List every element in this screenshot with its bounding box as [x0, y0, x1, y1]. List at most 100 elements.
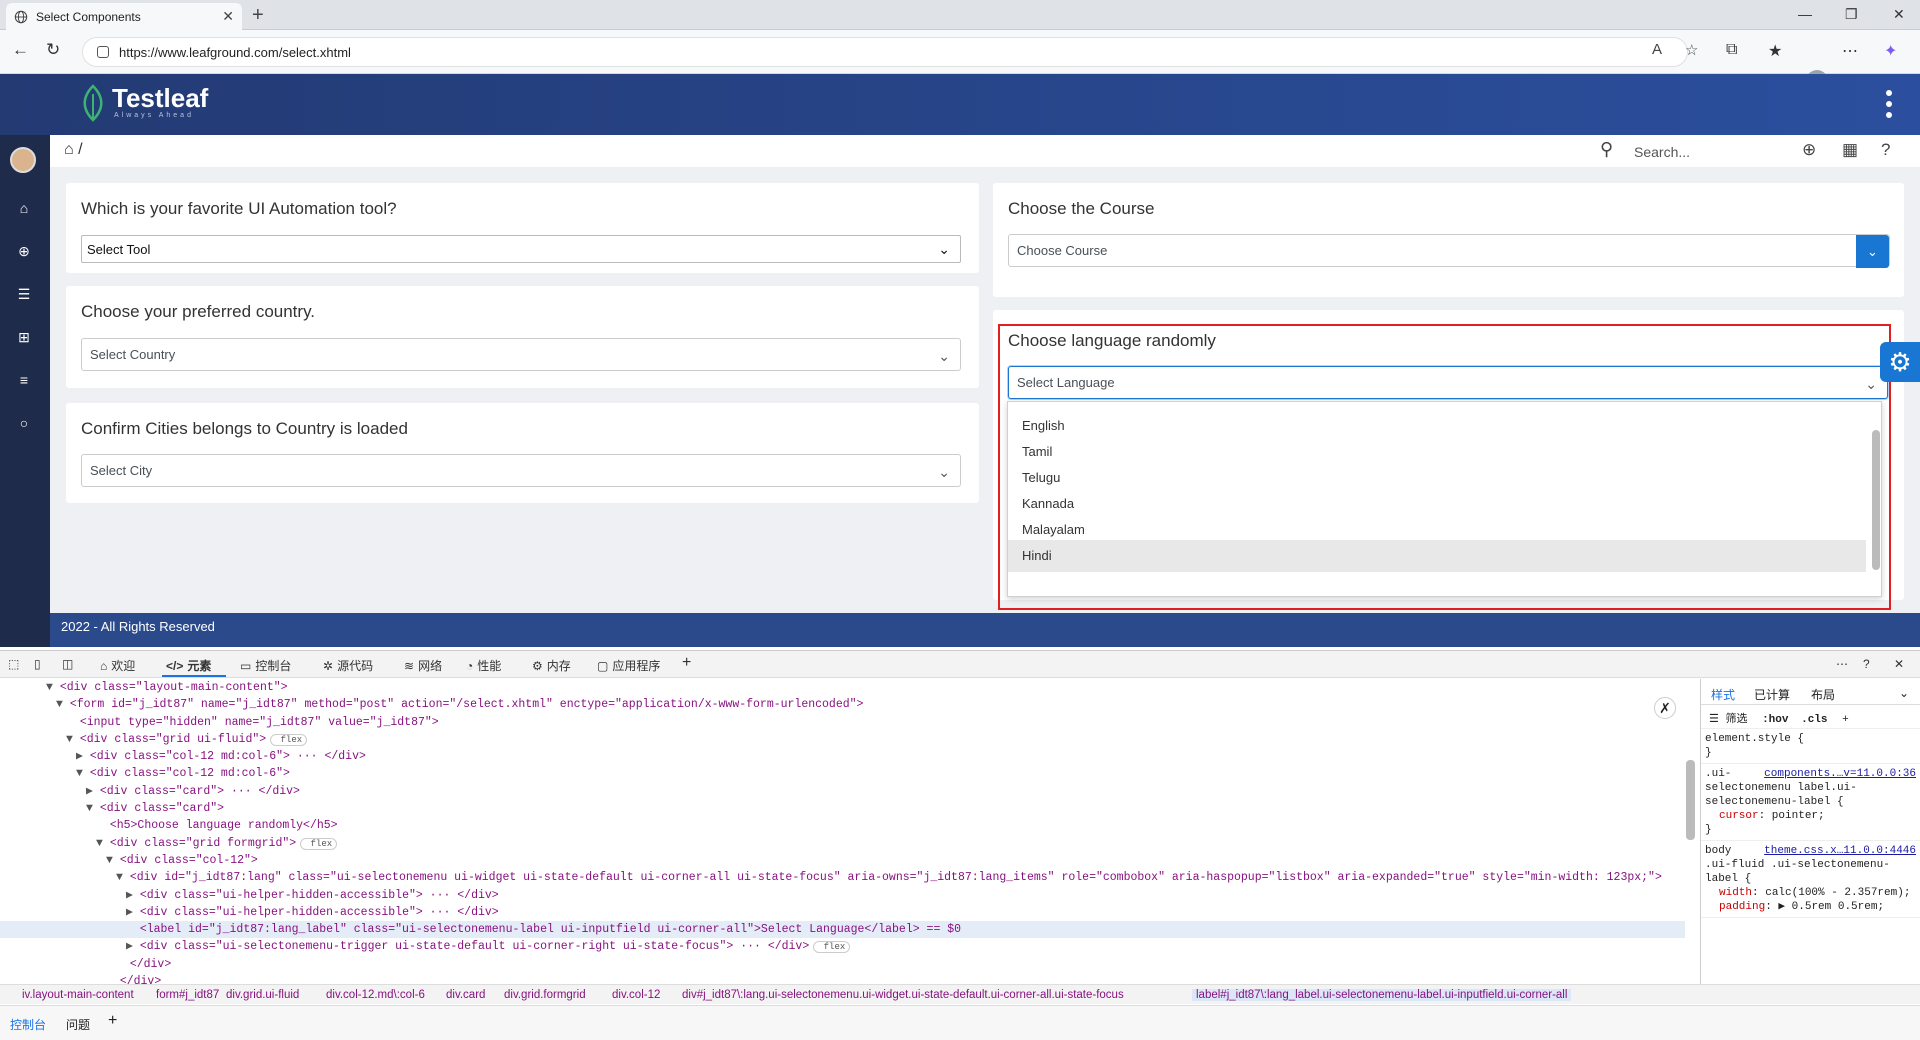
breadcrumb-item[interactable]: label#j_idt87\:lang_label.ui-selectoneme… — [1192, 989, 1572, 1001]
favorites-icon[interactable]: ★ — [1768, 41, 1782, 61]
course-dropdown-button[interactable]: ⌄ — [1856, 235, 1889, 268]
list-icon[interactable]: ☰ — [15, 285, 33, 303]
dom-node-line[interactable]: ▼ <div class="grid ui-fluid"> flex — [0, 731, 1685, 748]
tab-layout[interactable]: 布局 — [1811, 686, 1835, 703]
course-autocomplete[interactable]: Choose Course ⌄ — [1008, 234, 1890, 268]
extensions-icon[interactable]: ⧉ — [1726, 41, 1737, 59]
filter-input[interactable]: 筛选 — [1725, 714, 1747, 726]
tab-network[interactable]: ≋ 网络 — [404, 657, 442, 674]
new-rule-icon[interactable]: + — [1842, 714, 1849, 726]
rule-property[interactable]: width: calc(100% - 2.357rem); — [1705, 886, 1916, 900]
tab-sources[interactable]: ✲ 源代码 — [323, 657, 373, 674]
dom-node-line[interactable]: <input type="hidden" name="j_idt87" valu… — [0, 714, 1685, 731]
expand-arrow-icon[interactable]: ▼ — [46, 681, 60, 694]
dom-node-line[interactable]: ▶ <div class="ui-selectonemenu-trigger u… — [0, 938, 1685, 955]
expand-arrow-icon[interactable]: ▼ — [56, 698, 70, 711]
settings-gear-icon[interactable]: ⚙ — [1880, 342, 1920, 382]
drawer-tab-issues[interactable]: 问题 — [66, 1016, 90, 1033]
expand-arrow-icon[interactable]: ▶ — [126, 940, 140, 953]
dropdown-scrollbar[interactable] — [1872, 430, 1880, 570]
cls-toggle[interactable]: .cls — [1801, 714, 1827, 726]
browser-tab[interactable]: Select Components ✕ — [6, 3, 242, 30]
expand-arrow-icon[interactable]: ▼ — [106, 854, 120, 867]
dom-node-line[interactable]: ▶ <div class="card"> ··· </div> — [0, 783, 1685, 800]
breadcrumb-item[interactable]: form#j_idt87 — [156, 989, 219, 1001]
dom-node-line[interactable]: ▶ <div class="col-12 md:col-6"> ··· </di… — [0, 748, 1685, 765]
dom-node-line[interactable]: ▼ <div class="card"> — [0, 800, 1685, 817]
dom-node-line[interactable]: ▶ <div class="ui-helper-hidden-accessibl… — [0, 887, 1685, 904]
search-input[interactable]: Search... — [1634, 144, 1690, 160]
close-devtools-icon[interactable]: ✕ — [1894, 657, 1904, 671]
flex-badge[interactable]: flex — [813, 941, 851, 954]
expand-arrow-icon[interactable]: ▼ — [116, 871, 130, 884]
new-tab-icon[interactable]: + — [252, 4, 264, 27]
minimize-icon[interactable]: — — [1798, 6, 1812, 22]
chevron-down-icon[interactable]: ⌄ — [1899, 686, 1909, 700]
back-icon[interactable]: ← — [12, 40, 29, 60]
expand-arrow-icon[interactable]: ▼ — [96, 837, 110, 850]
expand-arrow-icon[interactable]: ▶ — [126, 889, 140, 902]
inspect-icon[interactable]: ⬚ — [8, 657, 19, 671]
rule-source-link[interactable]: components.…v=11.0.0:36 — [1764, 767, 1916, 781]
accessibility-icon[interactable]: ✗ — [1654, 697, 1676, 719]
dom-node-line[interactable]: ▼ <div class="grid formgrid"> flex — [0, 835, 1685, 852]
expand-arrow-icon[interactable]: ▶ — [126, 906, 140, 919]
add-tab-icon[interactable]: + — [682, 654, 691, 672]
copilot-icon[interactable]: ✦ — [1884, 41, 1897, 61]
dom-node-line[interactable]: ▼ <div class="col-12"> — [0, 852, 1685, 869]
more-icon[interactable]: ⋯ — [1836, 657, 1848, 671]
dock-icon[interactable]: ◫ — [62, 657, 73, 671]
tool-select[interactable]: Select Tool ⌄ — [81, 235, 961, 263]
dom-node-line[interactable]: ▼ <form id="j_idt87" name="j_idt87" meth… — [0, 696, 1685, 713]
country-select[interactable]: Select Country ⌄ — [81, 338, 961, 371]
favorite-star-icon[interactable]: ☆ — [1685, 41, 1698, 59]
logo[interactable]: Testleaf Always Ahead — [80, 84, 208, 122]
tab-console[interactable]: ▭ 控制台 — [240, 657, 291, 674]
read-aloud-icon[interactable]: A — [1652, 41, 1662, 58]
dom-node-line[interactable]: </div> — [0, 956, 1685, 973]
calendar-icon[interactable]: ▦ — [1842, 140, 1858, 160]
restore-icon[interactable]: ❐ — [1845, 6, 1858, 23]
hov-toggle[interactable]: :hov — [1762, 714, 1788, 726]
tab-application[interactable]: ▢ 应用程序 — [597, 657, 660, 674]
close-window-icon[interactable]: ✕ — [1893, 6, 1905, 23]
dom-node-line[interactable]: ▼ <div id="j_idt87:lang" class="ui-selec… — [0, 869, 1685, 886]
tab-welcome[interactable]: ⌂ 欢迎 — [100, 657, 135, 674]
tab-styles[interactable]: 样式 — [1711, 686, 1735, 703]
breadcrumb-item[interactable]: div.col-12.md\:col-6 — [326, 989, 425, 1001]
breadcrumb-item[interactable]: div.col-12 — [612, 989, 660, 1001]
dom-node-line[interactable]: ▼ <div class="col-12 md:col-6"> — [0, 765, 1685, 782]
add-drawer-tab-icon[interactable]: + — [108, 1012, 117, 1030]
close-tab-icon[interactable]: ✕ — [222, 8, 234, 25]
tab-performance[interactable]: ◔ 性能 — [466, 657, 501, 674]
flex-badge[interactable]: flex — [270, 733, 308, 746]
rule-source-link[interactable]: theme.css.x…11.0.0:4446 — [1764, 844, 1916, 858]
home-icon[interactable]: ⌂ — [15, 199, 33, 217]
drawer-tab-console[interactable]: 控制台 — [10, 1016, 46, 1033]
dom-scrollbar[interactable] — [1686, 760, 1695, 840]
refresh-icon[interactable]: ↻ — [46, 40, 60, 60]
city-select[interactable]: Select City ⌄ — [81, 454, 961, 487]
user-avatar[interactable] — [10, 147, 36, 173]
dom-node-line[interactable]: ▶ <div class="ui-helper-hidden-accessibl… — [0, 904, 1685, 921]
breadcrumb-item[interactable]: div.card — [446, 989, 485, 1001]
language-globe-icon[interactable]: ⊕ — [1802, 140, 1816, 160]
breadcrumb-home-icon[interactable]: ⌂ / — [64, 141, 83, 159]
tab-memory[interactable]: ⚙ 内存 — [532, 657, 571, 674]
grid-icon[interactable]: ⊞ — [15, 328, 33, 346]
rule-property[interactable]: padding: ▶ 0.5rem 0.5rem; — [1705, 900, 1916, 914]
circle-icon[interactable]: ○ — [15, 414, 33, 432]
expand-arrow-icon[interactable]: ▼ — [86, 802, 100, 815]
breadcrumb-item[interactable]: div#j_idt87\:lang.ui-selectonemenu.ui-wi… — [682, 989, 1124, 1001]
dom-node-line[interactable]: <h5>Choose language randomly</h5> — [0, 817, 1685, 834]
tab-computed[interactable]: 已计算 — [1754, 686, 1790, 703]
kebab-menu-icon[interactable] — [1886, 90, 1894, 123]
breadcrumb-item[interactable]: iv.layout-main-content — [22, 989, 134, 1001]
dom-node-line[interactable]: <label id="j_idt87:lang_label" class="ui… — [0, 921, 1685, 939]
breadcrumb-item[interactable]: div.grid.formgrid — [504, 989, 586, 1001]
dom-node-line[interactable]: </div> — [0, 973, 1685, 984]
search-icon[interactable]: ⚲ — [1600, 139, 1613, 160]
text-icon[interactable]: ≡ — [15, 371, 33, 389]
help-circle-icon[interactable]: ? — [1863, 657, 1870, 671]
url-field[interactable]: https://www.leafground.com/select.xhtml — [82, 37, 1688, 67]
